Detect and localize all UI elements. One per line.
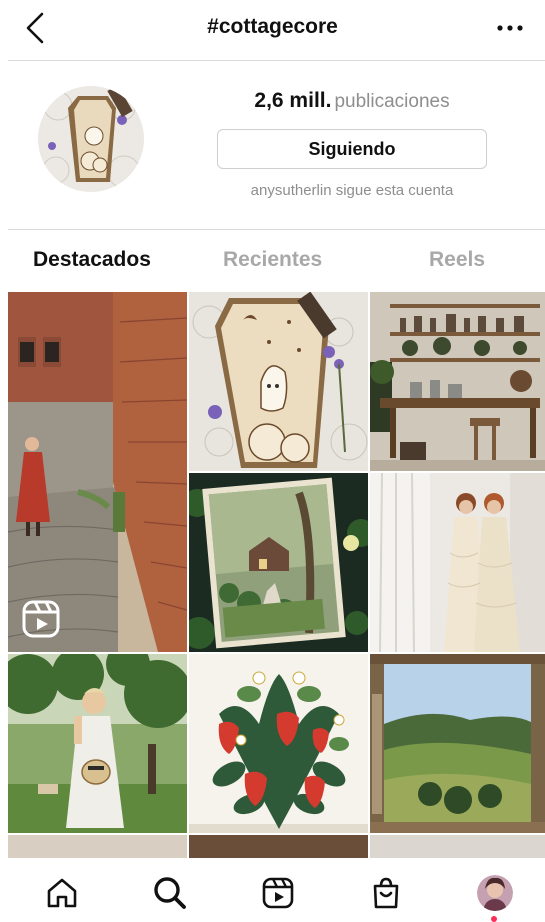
post-count: 2,6 mill. — [254, 89, 332, 112]
reels-badge-icon — [22, 600, 60, 638]
hashtag-avatar[interactable] — [38, 86, 144, 192]
post-tile[interactable] — [8, 292, 187, 652]
following-button[interactable]: Siguiendo — [217, 129, 487, 169]
post-tile[interactable] — [8, 835, 187, 858]
profile-avatar[interactable] — [477, 875, 513, 911]
post-tile[interactable] — [8, 654, 187, 833]
reels-icon[interactable] — [260, 875, 296, 911]
page-title: #cottagecore — [207, 15, 338, 38]
post-tile[interactable] — [189, 654, 368, 833]
tab-reels[interactable]: Reels — [429, 248, 485, 272]
more-options-icon[interactable] — [495, 14, 525, 42]
post-tile[interactable] — [189, 292, 368, 471]
tab-recientes[interactable]: Recientes — [223, 248, 322, 272]
shop-icon[interactable] — [368, 875, 404, 911]
tab-destacados[interactable]: Destacados — [33, 248, 151, 272]
notification-dot — [491, 916, 497, 922]
post-tile[interactable] — [370, 473, 545, 652]
post-tile[interactable] — [370, 292, 545, 471]
home-icon[interactable] — [44, 875, 80, 911]
post-stats: 2,6 mill. publicaciones — [217, 89, 487, 113]
search-icon[interactable] — [152, 875, 188, 911]
post-unit-label: publicaciones — [334, 91, 450, 112]
content-tabs: Destacados Recientes Reels — [0, 230, 545, 292]
post-tile[interactable] — [189, 473, 368, 652]
post-grid — [8, 292, 545, 858]
hashtag-profile: 2,6 mill. publicaciones Siguiendo anysuth… — [0, 61, 545, 231]
post-tile[interactable] — [370, 654, 545, 833]
post-tile[interactable] — [189, 835, 368, 858]
top-header: #cottagecore — [0, 0, 545, 60]
post-tile[interactable] — [370, 835, 545, 858]
bottom-navigation — [0, 858, 545, 922]
follower-note: anysutherlin sigue esta cuenta — [250, 182, 454, 199]
